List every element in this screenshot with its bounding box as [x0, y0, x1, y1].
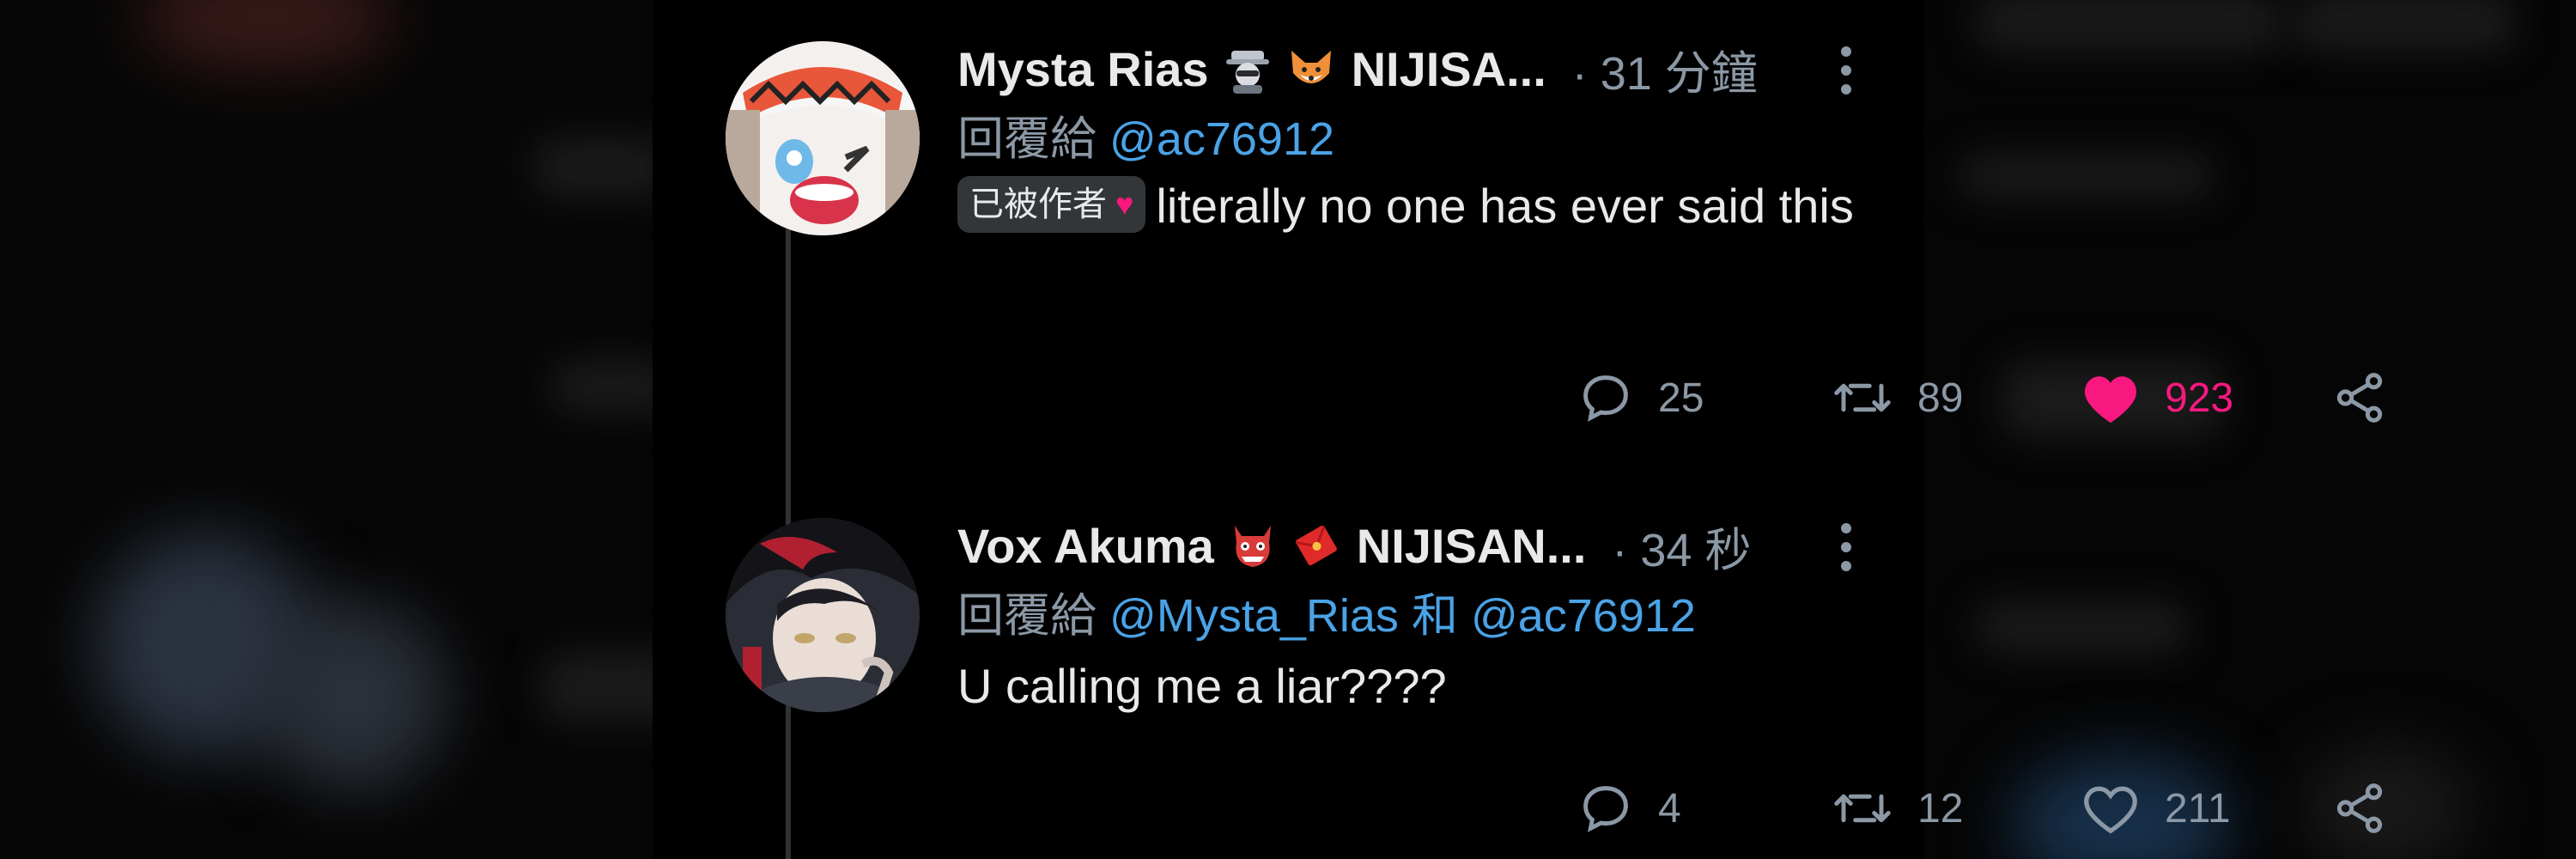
- mention-link[interactable]: @ac76912: [1109, 113, 1334, 165]
- fox-emoji-icon: [1286, 44, 1336, 94]
- more-options-icon[interactable]: [1838, 523, 1855, 575]
- reply-count: 4: [1658, 785, 1681, 832]
- blurred-backdrop-right: [1923, 0, 2576, 859]
- like-button[interactable]: 923: [2081, 369, 2331, 426]
- badge-label: 已被作者: [969, 186, 1107, 224]
- share-button[interactable]: [2331, 369, 2388, 426]
- reply-prefix: 回覆給: [957, 113, 1097, 165]
- share-icon: [2336, 373, 2383, 423]
- avatar[interactable]: [726, 41, 920, 235]
- like-count: 923: [2165, 375, 2234, 421]
- name-suffix[interactable]: NIJISAN...: [1357, 518, 1587, 574]
- like-count: 211: [2165, 785, 2231, 832]
- reply-context: 回覆給 @ac76912: [957, 108, 1906, 170]
- tweet-text: literally no one has ever said this: [1156, 179, 1854, 233]
- badge-heart-icon: ♥: [1115, 186, 1134, 222]
- retweet-button[interactable]: 12: [1832, 780, 2081, 837]
- name-suffix[interactable]: NIJISA...: [1352, 41, 1546, 97]
- reply-context: 回覆給 @Mysta_Rias 和 @ac76912: [957, 585, 1906, 647]
- avatar-image-icon: [726, 518, 920, 712]
- mention-link[interactable]: @Mysta_Rias: [1109, 590, 1399, 642]
- display-name[interactable]: Vox Akuma: [957, 518, 1214, 574]
- reply-button[interactable]: 4: [1577, 780, 1832, 837]
- tweet[interactable]: Vox Akuma NIJISAN... · 34 秒 回覆給 @Mysta_R…: [687, 511, 2383, 859]
- retweet-icon: [1834, 794, 1891, 823]
- retweet-icon: [1834, 383, 1891, 412]
- timestamp[interactable]: · 31 分鐘: [1572, 35, 1758, 103]
- retweet-count: 12: [1917, 785, 1964, 832]
- share-icon: [2336, 783, 2383, 833]
- avatar[interactable]: [726, 518, 920, 712]
- detective-emoji-icon: [1223, 44, 1273, 94]
- more-options-icon[interactable]: [1838, 46, 1855, 98]
- heart-icon: [2085, 376, 2136, 423]
- blurred-backdrop-left: [0, 0, 653, 859]
- heart-icon: [2084, 786, 2137, 834]
- display-name[interactable]: Mysta Rias: [957, 41, 1209, 97]
- avatar-image-icon: [726, 41, 920, 235]
- reply-joiner: 和: [1411, 590, 1458, 642]
- tweet-text: U calling me a liar????: [957, 659, 1447, 713]
- like-button[interactable]: 211: [2081, 780, 2331, 837]
- tweet[interactable]: Mysta Rias NIJISA... · 31 分鐘 回覆給 @ac7691…: [687, 34, 2383, 447]
- retweet-button[interactable]: 89: [1832, 369, 2081, 426]
- timestamp[interactable]: · 34 秒: [1612, 512, 1751, 580]
- reply-count: 25: [1658, 375, 1704, 421]
- tweet-text-block: 已被作者 ♥ literally no one has ever said this: [957, 170, 1902, 242]
- liked-by-author-badge: 已被作者 ♥: [957, 176, 1146, 234]
- ogre-emoji-icon: [1228, 521, 1278, 570]
- reply-icon: [1583, 786, 1628, 832]
- reply-button[interactable]: 25: [1577, 369, 1832, 426]
- tweet-thread-panel: Mysta Rias NIJISA... · 31 分鐘 回覆給 @ac7691…: [653, 0, 2383, 859]
- red-envelope-emoji-icon: [1291, 521, 1341, 570]
- reply-prefix: 回覆給: [957, 590, 1097, 642]
- reply-icon: [1583, 375, 1628, 422]
- mention-link[interactable]: @ac76912: [1471, 590, 1696, 642]
- retweet-count: 89: [1917, 375, 1964, 421]
- share-button[interactable]: [2331, 780, 2388, 837]
